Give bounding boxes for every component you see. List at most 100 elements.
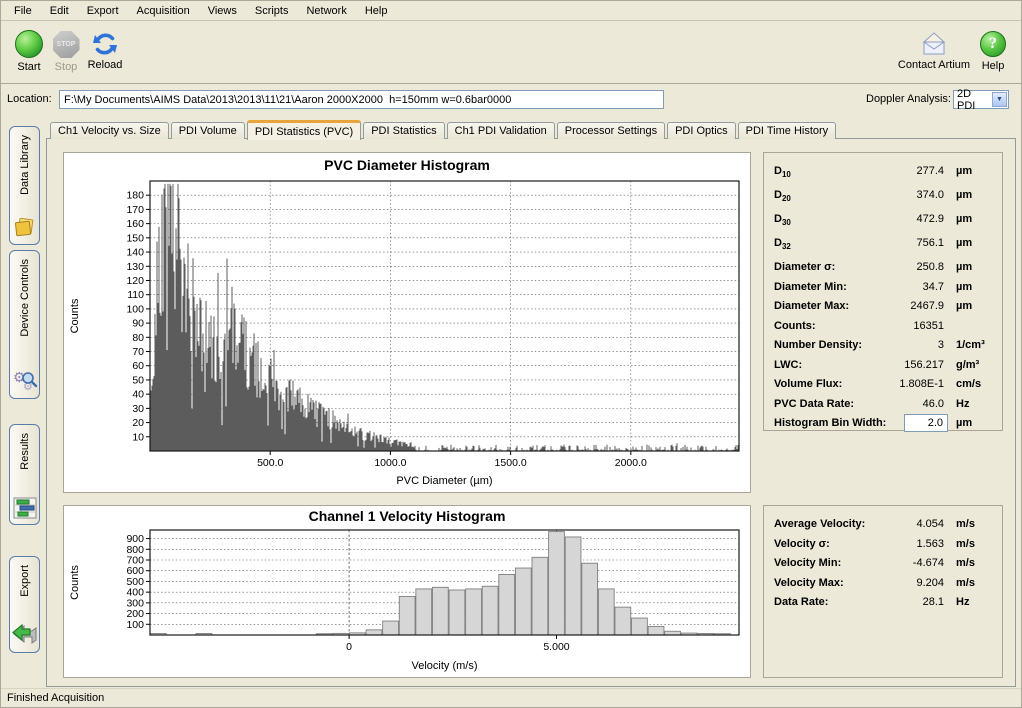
stat-unit: cm/s [956,378,981,390]
sidebar-item-results[interactable]: Results [9,424,40,525]
velocity-chart-panel: Channel 1 Velocity Histogram 10020030040… [63,505,751,678]
sidebar-item-device-controls[interactable]: Device Controls⚙⚙ [9,250,40,399]
stat-value: 250.8 [916,261,944,273]
stat-value: 472.9 [916,213,944,225]
stop-button-label: Stop [51,61,81,73]
stat-value: 1.563 [916,538,944,550]
stat-value: 277.4 [916,165,944,177]
svg-text:130: 130 [126,261,144,273]
stat-value: 46.0 [923,398,944,410]
stat-unit: µm [956,165,972,177]
start-button-label: Start [11,61,47,73]
sidebar-item-label: Results [19,433,31,470]
menu-item-acquisition[interactable]: Acquisition [128,3,199,19]
menu-item-scripts[interactable]: Scripts [246,3,298,19]
sidebar-item-data-library[interactable]: Data Library [9,126,40,245]
pvc-diameter-histogram: 1020304050607080901001101201301401501601… [64,175,750,492]
stat-value: 374.0 [916,189,944,201]
export-arrow-icon [12,621,38,647]
stat-value: -4.674 [913,557,944,569]
svg-text:110: 110 [127,289,144,301]
stat-value: 9.204 [916,577,944,589]
stat-label: Diameter Max: [774,300,849,312]
tab-pdi-volume[interactable]: PDI Volume [171,122,245,139]
application-window: FileEditExportAcquisitionViewsScriptsNet… [0,0,1022,708]
reload-button-label: Reload [85,59,125,71]
tab-pdi-optics[interactable]: PDI Optics [667,122,736,139]
svg-text:5.000: 5.000 [543,641,569,653]
svg-text:100: 100 [126,303,144,315]
stat-unit: m/s [956,538,975,550]
svg-text:800: 800 [126,544,144,556]
stat-unit: µm [956,237,972,249]
svg-text:Velocity (m/s): Velocity (m/s) [411,660,477,672]
help-button[interactable]: ? Help [976,31,1010,72]
menu-item-help[interactable]: Help [356,3,397,19]
pvc-stats-panel: D10277.4µmD20374.0µmD30472.9µmD32756.1µm… [763,152,1003,431]
svg-text:400: 400 [126,587,144,599]
sidebar-item-export[interactable]: Export [9,556,40,653]
stat-unit: µm [956,213,972,225]
svg-text:900: 900 [126,533,144,545]
stat-label: LWC: [774,359,802,371]
folders-icon [13,213,37,239]
doppler-analysis-label: Doppler Analysis: [866,93,951,105]
svg-text:300: 300 [126,597,144,609]
stat-value: 2467.9 [910,300,944,312]
svg-text:500: 500 [126,576,144,588]
doppler-analysis-value: 2D PDI [954,88,991,112]
svg-text:Counts: Counts [69,298,81,333]
menu-item-network[interactable]: Network [297,3,355,19]
stat-unit: µm [956,261,972,273]
svg-text:180: 180 [126,190,144,202]
tab-pdi-statistics-pvc-[interactable]: PDI Statistics (PVC) [247,120,361,140]
svg-text:700: 700 [126,555,144,567]
menu-bar: FileEditExportAcquisitionViewsScriptsNet… [1,1,1021,21]
reload-button[interactable]: Reload [85,30,125,71]
stat-label: Diameter σ: [774,261,835,273]
svg-text:160: 160 [126,218,144,230]
menu-item-views[interactable]: Views [199,3,246,19]
svg-text:20: 20 [132,417,144,429]
menu-item-export[interactable]: Export [78,3,128,19]
tab-pdi-statistics[interactable]: PDI Statistics [363,122,444,139]
stat-label: Histogram Bin Width: [774,417,886,429]
stat-unit: 1/cm³ [956,339,985,351]
stat-label: Velocity Max: [774,577,844,589]
velocity-chart-title: Channel 1 Velocity Histogram [64,508,750,524]
sidebar-item-label: Data Library [19,135,31,195]
tab-ch1-pdi-validation[interactable]: Ch1 PDI Validation [447,122,555,139]
menu-item-edit[interactable]: Edit [41,3,78,19]
contact-artium-button[interactable]: Contact Artium [894,30,974,71]
tab-processor-settings[interactable]: Processor Settings [557,122,665,139]
svg-text:0: 0 [346,641,352,653]
start-icon [15,30,43,58]
stat-value: 3 [938,339,944,351]
svg-text:2000.0: 2000.0 [615,457,647,469]
histogram-bin-width-input[interactable] [904,414,948,432]
stop-button[interactable]: STOP Stop [51,31,81,73]
stat-unit: m/s [956,577,975,589]
location-input[interactable] [59,90,664,109]
svg-text:600: 600 [126,565,144,577]
stat-label: PVC Data Rate: [774,398,854,410]
stat-label: Volume Flux: [774,378,842,390]
stat-label: Average Velocity: [774,518,865,530]
tab-ch1-velocity-vs-size[interactable]: Ch1 Velocity vs. Size [50,122,169,139]
toolbar: Start STOP Stop Reload [1,22,1021,84]
svg-text:40: 40 [132,389,144,401]
stat-value: 4.054 [916,518,944,530]
svg-text:70: 70 [132,346,144,358]
sidebar-item-label: Export [19,565,31,597]
chevron-down-icon[interactable]: ▼ [992,92,1007,107]
help-button-label: Help [976,60,1010,72]
svg-text:90: 90 [132,318,144,330]
location-label: Location: [7,93,52,105]
menu-item-file[interactable]: File [5,3,41,19]
velocity-stats-panel: Average Velocity:4.054m/sVelocity σ:1.56… [763,505,1003,678]
start-button[interactable]: Start [11,30,47,73]
svg-text:500.0: 500.0 [257,457,283,469]
tab-pdi-time-history[interactable]: PDI Time History [738,122,837,139]
doppler-analysis-select[interactable]: 2D PDI ▼ [953,90,1009,109]
stat-label: D10 [774,165,791,179]
